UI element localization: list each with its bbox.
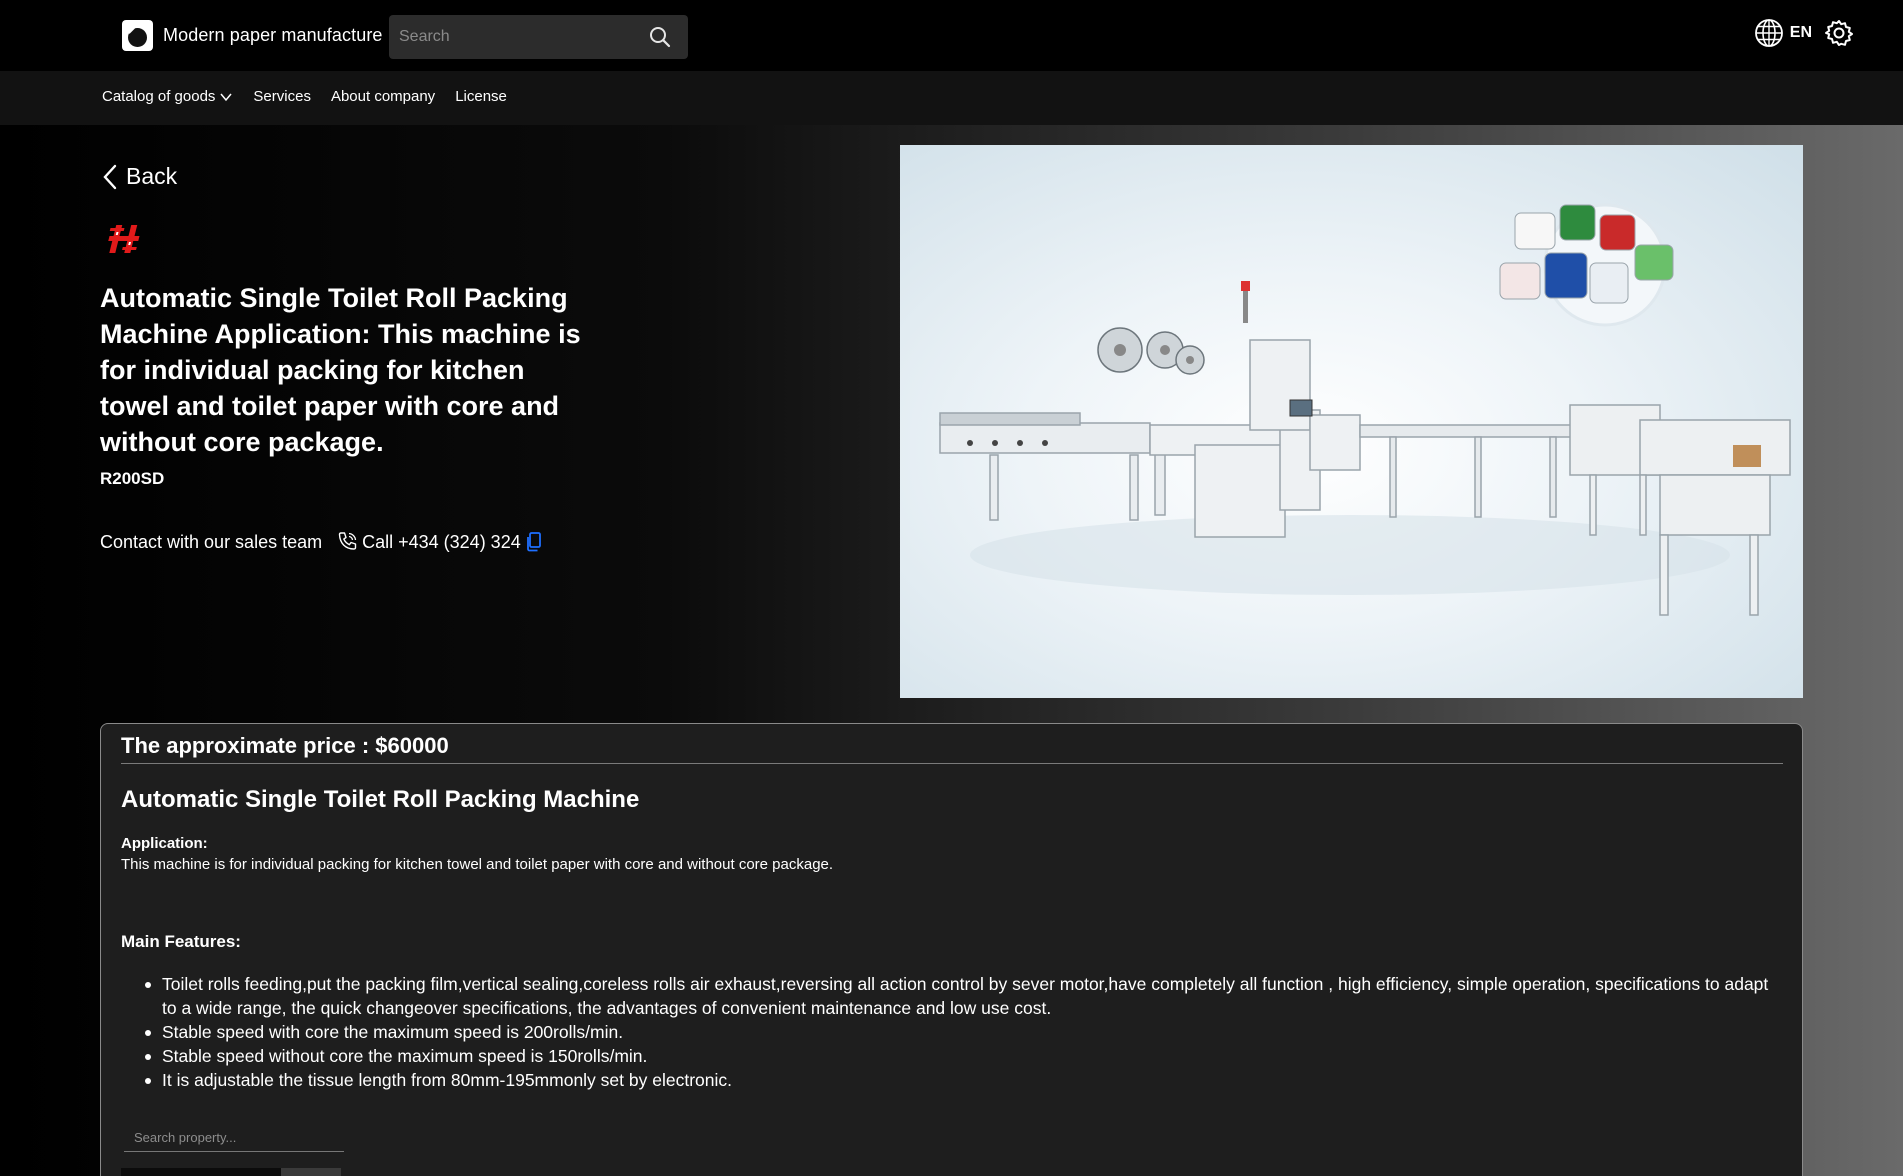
search-icon[interactable] xyxy=(648,25,672,49)
top-bar: Modern paper manufacture EN xyxy=(0,0,1903,71)
features-label: Main Features: xyxy=(121,932,241,951)
nav-item-label: Catalog of goods xyxy=(102,88,216,105)
back-button[interactable]: Back xyxy=(102,163,177,190)
chevron-down-icon xyxy=(220,93,232,101)
call-link[interactable]: Call +434 (324) 324 xyxy=(336,531,521,553)
details-card: The approximate price : $60000 Automatic… xyxy=(100,723,1803,1176)
top-right-controls: EN xyxy=(1754,18,1854,48)
spec-title: Automatic Single Toilet Roll Packing Mac… xyxy=(121,786,640,813)
nav-item-label: License xyxy=(455,88,507,105)
search-box xyxy=(389,15,688,59)
nav-item-label: About company xyxy=(330,88,436,105)
globe-icon xyxy=(1754,19,1783,47)
list-item: Stable speed without core the maximum sp… xyxy=(141,1044,1781,1068)
gear-icon[interactable] xyxy=(1824,18,1854,48)
copy-icon[interactable] xyxy=(526,532,542,552)
nav-item-license[interactable]: License xyxy=(455,88,507,105)
contact-row: Contact with our sales team Call +434 (3… xyxy=(100,531,542,553)
packing-machine-illustration xyxy=(939,203,1791,616)
property-search-input[interactable] xyxy=(124,1130,344,1145)
nav-item-about[interactable]: About company xyxy=(331,88,435,105)
list-item: It is adjustable the tissue length from … xyxy=(141,1068,1781,1092)
product-image xyxy=(900,145,1803,698)
property-tab[interactable] xyxy=(281,1168,341,1176)
brand[interactable]: Modern paper manufacture xyxy=(122,19,383,51)
product-title: Automatic Single Toilet Roll Packing Mac… xyxy=(100,283,581,457)
main-nav: Catalog of goods Services About company … xyxy=(0,71,1903,125)
nav-items: Catalog of goods Services About company … xyxy=(102,88,507,105)
application-label: Application: xyxy=(121,835,208,852)
application-text: This machine is for individual packing f… xyxy=(121,856,834,873)
price-label: The approximate price : $60000 xyxy=(121,733,1783,764)
contact-label: Contact with our sales team xyxy=(100,531,323,552)
brand-mark-icon xyxy=(108,225,140,253)
property-search xyxy=(124,1124,344,1152)
chevron-left-icon xyxy=(103,164,117,189)
language-label: EN xyxy=(1789,24,1812,41)
brand-logo-icon xyxy=(122,19,153,51)
search-input[interactable] xyxy=(389,28,629,46)
nav-item-label: Services xyxy=(253,88,311,105)
brand-name: Modern paper manufacture xyxy=(163,24,383,45)
back-label: Back xyxy=(126,163,178,189)
nav-item-services[interactable]: Services xyxy=(253,88,311,105)
property-tabs xyxy=(121,1168,341,1176)
call-label: Call +434 (324) 324 xyxy=(362,531,521,552)
list-item: Toilet rolls feeding,put the packing fil… xyxy=(141,972,1781,1020)
list-item: Stable speed with core the maximum speed… xyxy=(141,1020,1781,1044)
phone-icon xyxy=(338,532,357,550)
property-tab[interactable] xyxy=(121,1168,281,1176)
language-switcher[interactable]: EN xyxy=(1754,18,1812,48)
product-sku: R200SD xyxy=(100,469,165,488)
nav-item-catalog[interactable]: Catalog of goods xyxy=(102,88,233,105)
features-list: Toilet rolls feeding,put the packing fil… xyxy=(141,972,1781,1092)
